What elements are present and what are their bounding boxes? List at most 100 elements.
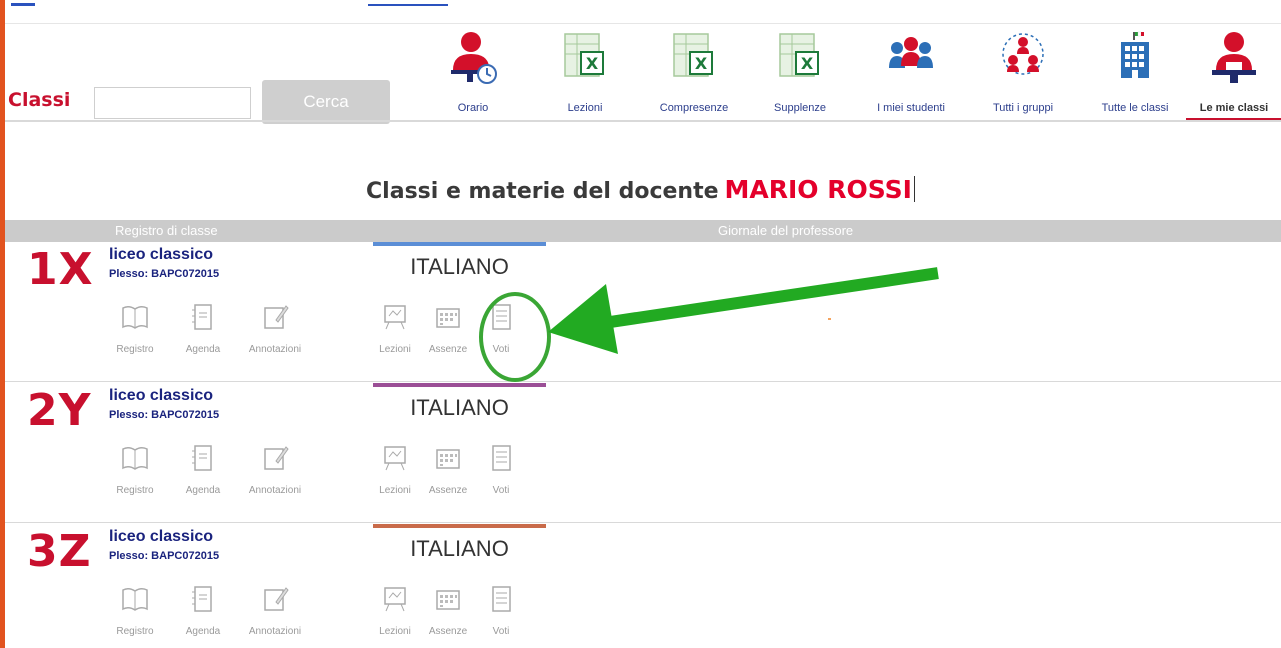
row-separator <box>5 522 1281 523</box>
tool-label: Registro <box>116 626 154 637</box>
nav-label: Lezioni <box>567 102 603 114</box>
lezioni-button[interactable]: Lezioni <box>375 443 415 496</box>
tool-label: Agenda <box>185 485 221 496</box>
assenze-button[interactable]: Assenze <box>423 584 473 637</box>
nav-item-orario[interactable]: Orario <box>438 24 508 122</box>
plesso-code: Plesso: BAPC072015 <box>109 550 220 562</box>
text-caret <box>913 176 915 202</box>
school-type: liceo classico <box>109 246 214 263</box>
page-title: Classi e materie del docente MARIO ROSSI <box>0 175 1281 204</box>
search-button[interactable]: Cerca <box>262 80 390 124</box>
lezioni-button[interactable]: Lezioni <box>375 584 415 637</box>
table-header: Registro di classe Giornale del professo… <box>5 220 1281 242</box>
tool-label: Agenda <box>185 344 221 355</box>
registro-tools: Registro Agenda Annotazioni <box>105 584 325 644</box>
calendar-grid-icon <box>436 590 460 610</box>
tool-label: Agenda <box>185 626 221 637</box>
subject-name: ITALIANO <box>410 254 509 279</box>
nav-item-lezioni[interactable]: X Lezioni <box>550 24 620 122</box>
agenda-button[interactable]: Agenda <box>173 443 233 496</box>
subject-name: ITALIANO <box>410 395 509 420</box>
subject-color-bar <box>373 524 546 528</box>
nav-item-tutte-le-classi[interactable]: Tutte le classi <box>1090 24 1180 122</box>
annotazioni-button[interactable]: Annotazioni <box>245 443 305 496</box>
class-code[interactable]: 1X <box>27 248 94 292</box>
tool-label: Assenze <box>428 485 468 496</box>
tool-label: Annotazioni <box>248 626 302 637</box>
teacher-desk-icon <box>1212 32 1256 83</box>
excel-icon: X <box>564 33 604 77</box>
nav-label: I miei studenti <box>877 102 945 114</box>
blackboard-icon <box>384 446 406 471</box>
agenda-button[interactable]: Agenda <box>173 584 233 637</box>
nav-item-le-mie-classi[interactable]: Le mie classi <box>1188 24 1280 122</box>
registro-button[interactable]: Registro <box>105 584 165 637</box>
tool-label: Lezioni <box>379 485 411 496</box>
book-open-icon <box>122 587 148 611</box>
class-row: 3Z liceo classico Plesso: BAPC072015 Reg… <box>5 524 1281 648</box>
nav-label: Tutte le classi <box>1101 102 1169 114</box>
header: Classi Cerca Orario X Lezioni X Comprese… <box>5 24 1281 124</box>
tool-label: Registro <box>116 344 154 355</box>
nav-item-supplenze[interactable]: X Supplenze <box>765 24 835 122</box>
svg-text:X: X <box>695 54 708 73</box>
voti-button[interactable]: Voti <box>481 443 521 496</box>
book-open-icon <box>122 446 148 470</box>
students-icon <box>889 37 933 68</box>
nav-item-i-miei-studenti[interactable]: I miei studenti <box>861 24 961 122</box>
search-label: Classi <box>8 89 71 111</box>
search-input[interactable] <box>94 87 251 119</box>
gradebook-icon <box>492 445 511 471</box>
gradebook-icon <box>492 586 511 612</box>
nav-label: Le mie classi <box>1199 102 1269 114</box>
registro-button[interactable]: Registro <box>105 443 165 496</box>
nav-label: Compresenze <box>659 102 729 114</box>
excel-icon: X <box>779 33 819 77</box>
nav-label: Orario <box>457 102 489 114</box>
assenze-button[interactable]: Assenze <box>423 302 473 355</box>
agenda-icon <box>192 445 212 471</box>
plesso-code: Plesso: BAPC072015 <box>109 268 220 280</box>
annotazioni-button[interactable]: Annotazioni <box>245 584 305 637</box>
lezioni-button[interactable]: Lezioni <box>375 302 415 355</box>
svg-text:X: X <box>586 54 599 73</box>
calendar-grid-icon <box>436 449 460 469</box>
class-code[interactable]: 2Y <box>27 389 91 433</box>
school-type: liceo classico <box>109 387 214 404</box>
registro-tools: Registro Agenda Annotazioni <box>105 443 325 503</box>
registro-button[interactable]: Registro <box>105 302 165 355</box>
annotazioni-button[interactable]: Annotazioni <box>245 302 305 355</box>
subject-name: ITALIANO <box>410 536 509 561</box>
registro-tools: Registro Agenda Annotazioni <box>105 302 325 362</box>
book-open-icon <box>122 305 148 329</box>
blackboard-icon <box>384 587 406 612</box>
header-giornale: Giornale del professore <box>718 223 854 238</box>
header-registro: Registro di classe <box>115 223 218 238</box>
note-edit-icon <box>264 446 289 470</box>
page-title-prefix: Classi e materie del docente <box>366 179 719 204</box>
tool-label: Annotazioni <box>248 485 302 496</box>
tool-label: Lezioni <box>379 344 411 355</box>
top-strip-fragment <box>11 0 35 6</box>
plesso-code: Plesso: BAPC072015 <box>109 409 220 421</box>
voti-button[interactable]: Voti <box>481 584 521 637</box>
class-code[interactable]: 3Z <box>27 530 92 574</box>
top-strip-link[interactable] <box>368 0 448 6</box>
giornale-tools: Lezioni Assenze Voti <box>375 443 555 503</box>
nav-item-compresenze[interactable]: X Compresenze <box>649 24 739 122</box>
nav-label: Supplenze <box>774 102 826 114</box>
tool-label: Registro <box>116 485 154 496</box>
nav-bar: Orario X Lezioni X Compresenze X Supplen… <box>438 24 1281 122</box>
stray-dot <box>828 318 831 320</box>
school-building-icon <box>1121 31 1149 78</box>
giornale-tools: Lezioni Assenze Voti <box>375 584 555 644</box>
tool-label: Annotazioni <box>248 344 302 355</box>
header-divider <box>5 120 1281 122</box>
page: Classi Cerca Orario X Lezioni X Comprese… <box>0 0 1281 648</box>
assenze-button[interactable]: Assenze <box>423 443 473 496</box>
nav-label: Tutti i gruppi <box>992 102 1054 114</box>
row-separator <box>5 381 1281 382</box>
nav-item-tutti-i-gruppi[interactable]: Tutti i gruppi <box>978 24 1068 122</box>
green-arrow-annotation <box>548 267 939 354</box>
agenda-button[interactable]: Agenda <box>173 302 233 355</box>
